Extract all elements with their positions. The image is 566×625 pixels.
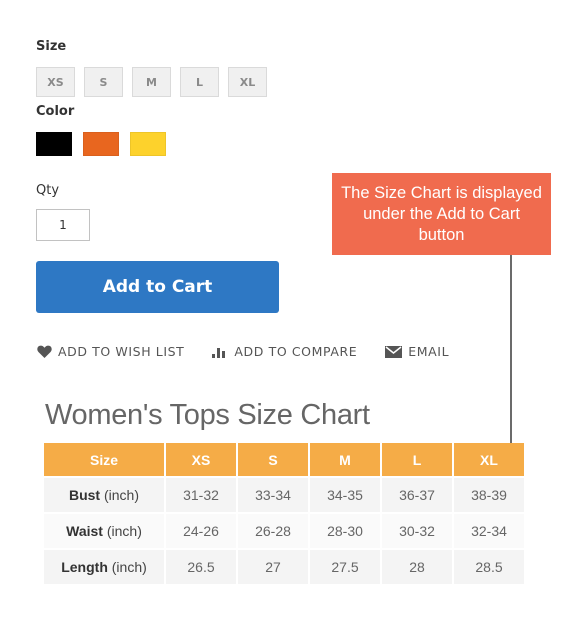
color-option-black[interactable] xyxy=(36,132,72,156)
table-row: Length (inch) 26.5 27 27.5 28 28.5 xyxy=(44,550,524,586)
size-option-l[interactable]: L xyxy=(180,67,219,97)
row-label: Bust (inch) xyxy=(44,478,164,514)
table-cell: 28 xyxy=(382,550,452,586)
color-swatch-group xyxy=(36,132,166,156)
size-label: Size xyxy=(36,39,67,54)
color-option-orange[interactable] xyxy=(83,132,119,156)
size-chart-callout: The Size Chart is displayed under the Ad… xyxy=(332,173,551,255)
measure-unit: (inch) xyxy=(106,523,142,539)
row-label: Waist (inch) xyxy=(44,514,164,550)
table-cell: 32-34 xyxy=(454,514,524,550)
table-row: Bust (inch) 31-32 33-34 34-35 36-37 38-3… xyxy=(44,478,524,514)
table-cell: 26-28 xyxy=(238,514,308,550)
table-cell: 30-32 xyxy=(382,514,452,550)
measure-name: Bust xyxy=(68,487,101,503)
table-row: Waist (inch) 24-26 26-28 28-30 30-32 32-… xyxy=(44,514,524,550)
bar-chart-icon xyxy=(212,347,226,358)
size-option-xl[interactable]: XL xyxy=(228,67,267,97)
size-chart-title: Women's Tops Size Chart xyxy=(45,399,370,431)
table-cell: 26.5 xyxy=(166,550,236,586)
qty-input[interactable] xyxy=(36,209,90,241)
add-to-compare-link[interactable]: ADD TO COMPARE xyxy=(212,344,357,359)
email-link[interactable]: EMAIL xyxy=(385,344,449,359)
table-cell: 38-39 xyxy=(454,478,524,514)
table-cell: 27 xyxy=(238,550,308,586)
table-cell: 33-34 xyxy=(238,478,308,514)
add-to-wishlist-label: ADD TO WISH LIST xyxy=(58,344,185,359)
size-option-xs[interactable]: XS xyxy=(36,67,75,97)
measure-name: Waist xyxy=(66,523,103,539)
header-cell: L xyxy=(382,443,452,478)
envelope-icon xyxy=(385,345,403,358)
header-cell: XS xyxy=(166,443,236,478)
add-to-wishlist-link[interactable]: ADD TO WISH LIST xyxy=(37,344,184,359)
color-option-yellow[interactable] xyxy=(130,132,166,156)
email-label: EMAIL xyxy=(408,344,450,359)
table-cell: 28-30 xyxy=(310,514,380,550)
header-cell: S xyxy=(238,443,308,478)
header-cell: Size xyxy=(44,443,164,478)
row-label: Length (inch) xyxy=(44,550,164,586)
table-cell: 36-37 xyxy=(382,478,452,514)
table-cell: 31-32 xyxy=(166,478,236,514)
size-chart-table: Size XS S M L XL Bust (inch) 31-32 33-34… xyxy=(42,443,526,586)
callout-pointer-line xyxy=(510,255,512,443)
product-actions: ADD TO WISH LIST ADD TO COMPARE EMAIL xyxy=(37,344,449,359)
add-to-compare-label: ADD TO COMPARE xyxy=(234,344,358,359)
heart-icon xyxy=(37,345,52,358)
table-cell: 24-26 xyxy=(166,514,236,550)
size-chart-header-row: Size XS S M L XL xyxy=(44,443,524,478)
measure-unit: (inch) xyxy=(111,559,147,575)
table-cell: 27.5 xyxy=(310,550,380,586)
header-cell: M xyxy=(310,443,380,478)
header-cell: XL xyxy=(454,443,524,478)
measure-unit: (inch) xyxy=(104,487,140,503)
measure-name: Length xyxy=(61,559,108,575)
color-label: Color xyxy=(36,104,75,119)
size-option-m[interactable]: M xyxy=(132,67,171,97)
size-swatch-group: XS S M L XL xyxy=(36,67,267,97)
qty-label: Qty xyxy=(36,183,60,198)
add-to-cart-button[interactable]: Add to Cart xyxy=(36,261,279,313)
table-cell: 28.5 xyxy=(454,550,524,586)
size-option-s[interactable]: S xyxy=(84,67,123,97)
table-cell: 34-35 xyxy=(310,478,380,514)
